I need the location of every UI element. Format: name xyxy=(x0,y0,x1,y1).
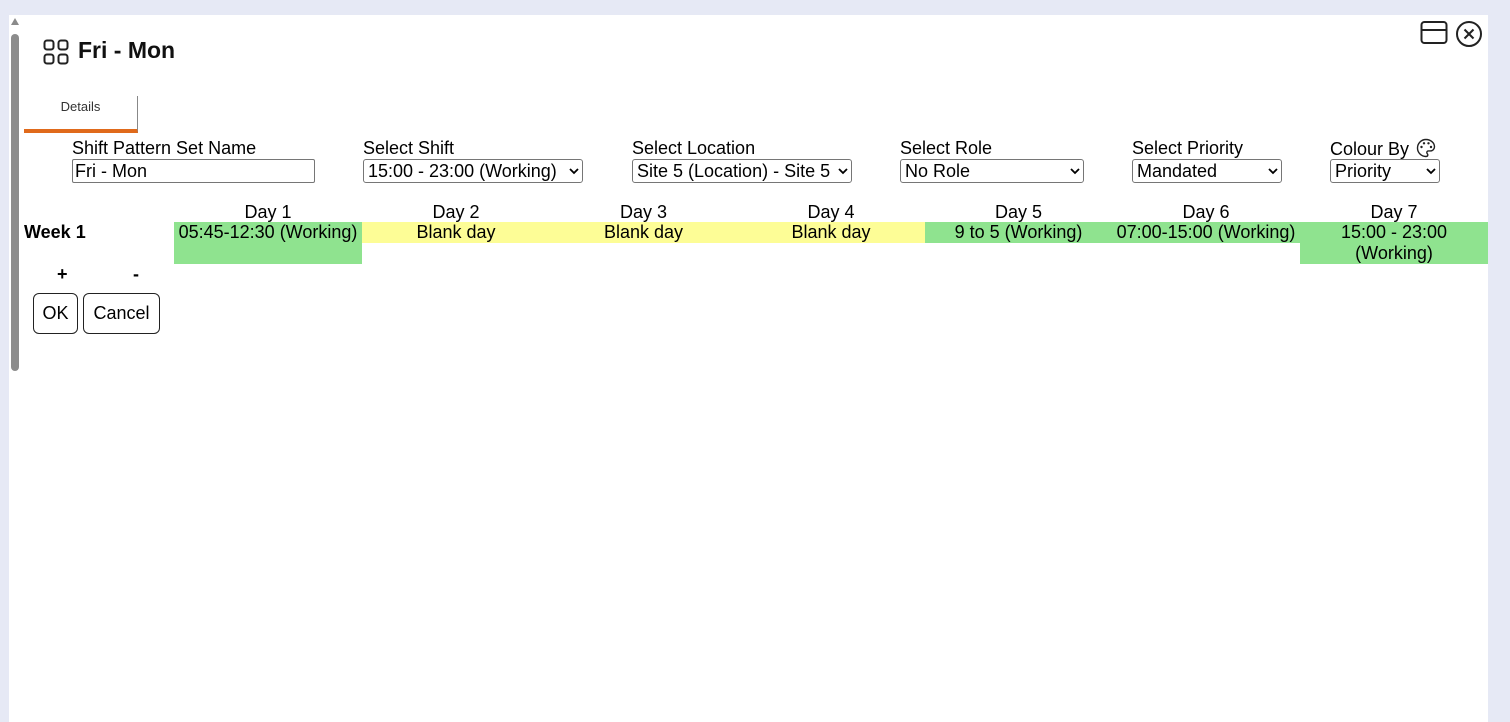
tab-details-label: Details xyxy=(60,99,101,114)
schedule-cell-day-5[interactable]: 9 to 5 (Working) xyxy=(925,222,1112,243)
cancel-button[interactable]: Cancel xyxy=(83,293,160,334)
tab-details[interactable]: Details xyxy=(24,96,138,133)
day-header-7: Day 7 xyxy=(1370,202,1418,222)
select-location-label: Select Location xyxy=(632,138,756,158)
colour-by-dropdown[interactable]: Priority xyxy=(1330,159,1440,183)
select-priority-dropdown[interactable]: Mandated xyxy=(1132,159,1282,183)
close-circle-icon[interactable] xyxy=(1455,20,1483,48)
ok-button[interactable]: OK xyxy=(33,293,78,334)
chevron-down-icon xyxy=(569,168,579,175)
select-priority-value: Mandated xyxy=(1137,161,1218,181)
day-header-3: Day 3 xyxy=(619,202,668,222)
shift-pattern-name-input[interactable] xyxy=(72,159,315,183)
schedule-cell-day-6[interactable]: 07:00-15:00 (Working) xyxy=(1112,222,1300,243)
schedule-cell-day-7[interactable]: 15:00 - 23:00 (Working) xyxy=(1300,222,1488,264)
dialog-panel xyxy=(9,15,1488,722)
chevron-down-icon xyxy=(1268,168,1278,175)
chevron-down-icon xyxy=(838,168,848,175)
schedule-cell-day-1[interactable]: 05:45-12:30 (Working) xyxy=(174,222,362,264)
schedule-cell-day-4[interactable]: Blank day xyxy=(737,222,925,243)
select-shift-dropdown[interactable]: 15:00 - 23:00 (Working) xyxy=(363,159,583,183)
shift-pattern-name-label: Shift Pattern Set Name xyxy=(72,138,257,158)
day-header-5: Day 5 xyxy=(994,202,1043,222)
select-shift-value: 15:00 - 23:00 (Working) xyxy=(368,161,557,181)
select-location-value: Site 5 (Location) - Site 5 xyxy=(637,161,831,181)
add-week-button[interactable]: + xyxy=(57,264,68,285)
scroll-up-arrow-icon[interactable] xyxy=(11,18,19,25)
day-header-1: Day 1 xyxy=(244,202,292,222)
select-priority-label: Select Priority xyxy=(1132,138,1244,158)
schedule-cell-day-3[interactable]: Blank day xyxy=(550,222,737,243)
select-role-dropdown[interactable]: No Role xyxy=(900,159,1084,183)
day-header-6: Day 6 xyxy=(1182,202,1230,222)
palette-icon xyxy=(1416,138,1436,158)
select-role-value: No Role xyxy=(905,161,971,181)
select-role-label: Select Role xyxy=(900,138,993,158)
select-shift-label: Select Shift xyxy=(363,138,455,158)
scrollbar-thumb[interactable] xyxy=(11,34,19,371)
page-title: Fri - Mon xyxy=(78,37,176,63)
chevron-down-icon xyxy=(1426,168,1436,175)
grid-icon xyxy=(43,39,69,65)
restore-window-icon[interactable] xyxy=(1420,20,1448,46)
colour-by-label-text: Colour By xyxy=(1330,139,1410,159)
week-1-label: Week 1 xyxy=(24,222,86,242)
day-header-4: Day 4 xyxy=(807,202,855,222)
colour-by-value: Priority xyxy=(1335,161,1392,181)
remove-week-button[interactable]: - xyxy=(133,264,139,285)
select-location-dropdown[interactable]: Site 5 (Location) - Site 5 xyxy=(632,159,852,183)
day-header-2: Day 2 xyxy=(432,202,480,222)
colour-by-label: Colour By xyxy=(1330,138,1436,160)
chevron-down-icon xyxy=(1070,168,1080,175)
schedule-cell-day-2[interactable]: Blank day xyxy=(362,222,550,243)
